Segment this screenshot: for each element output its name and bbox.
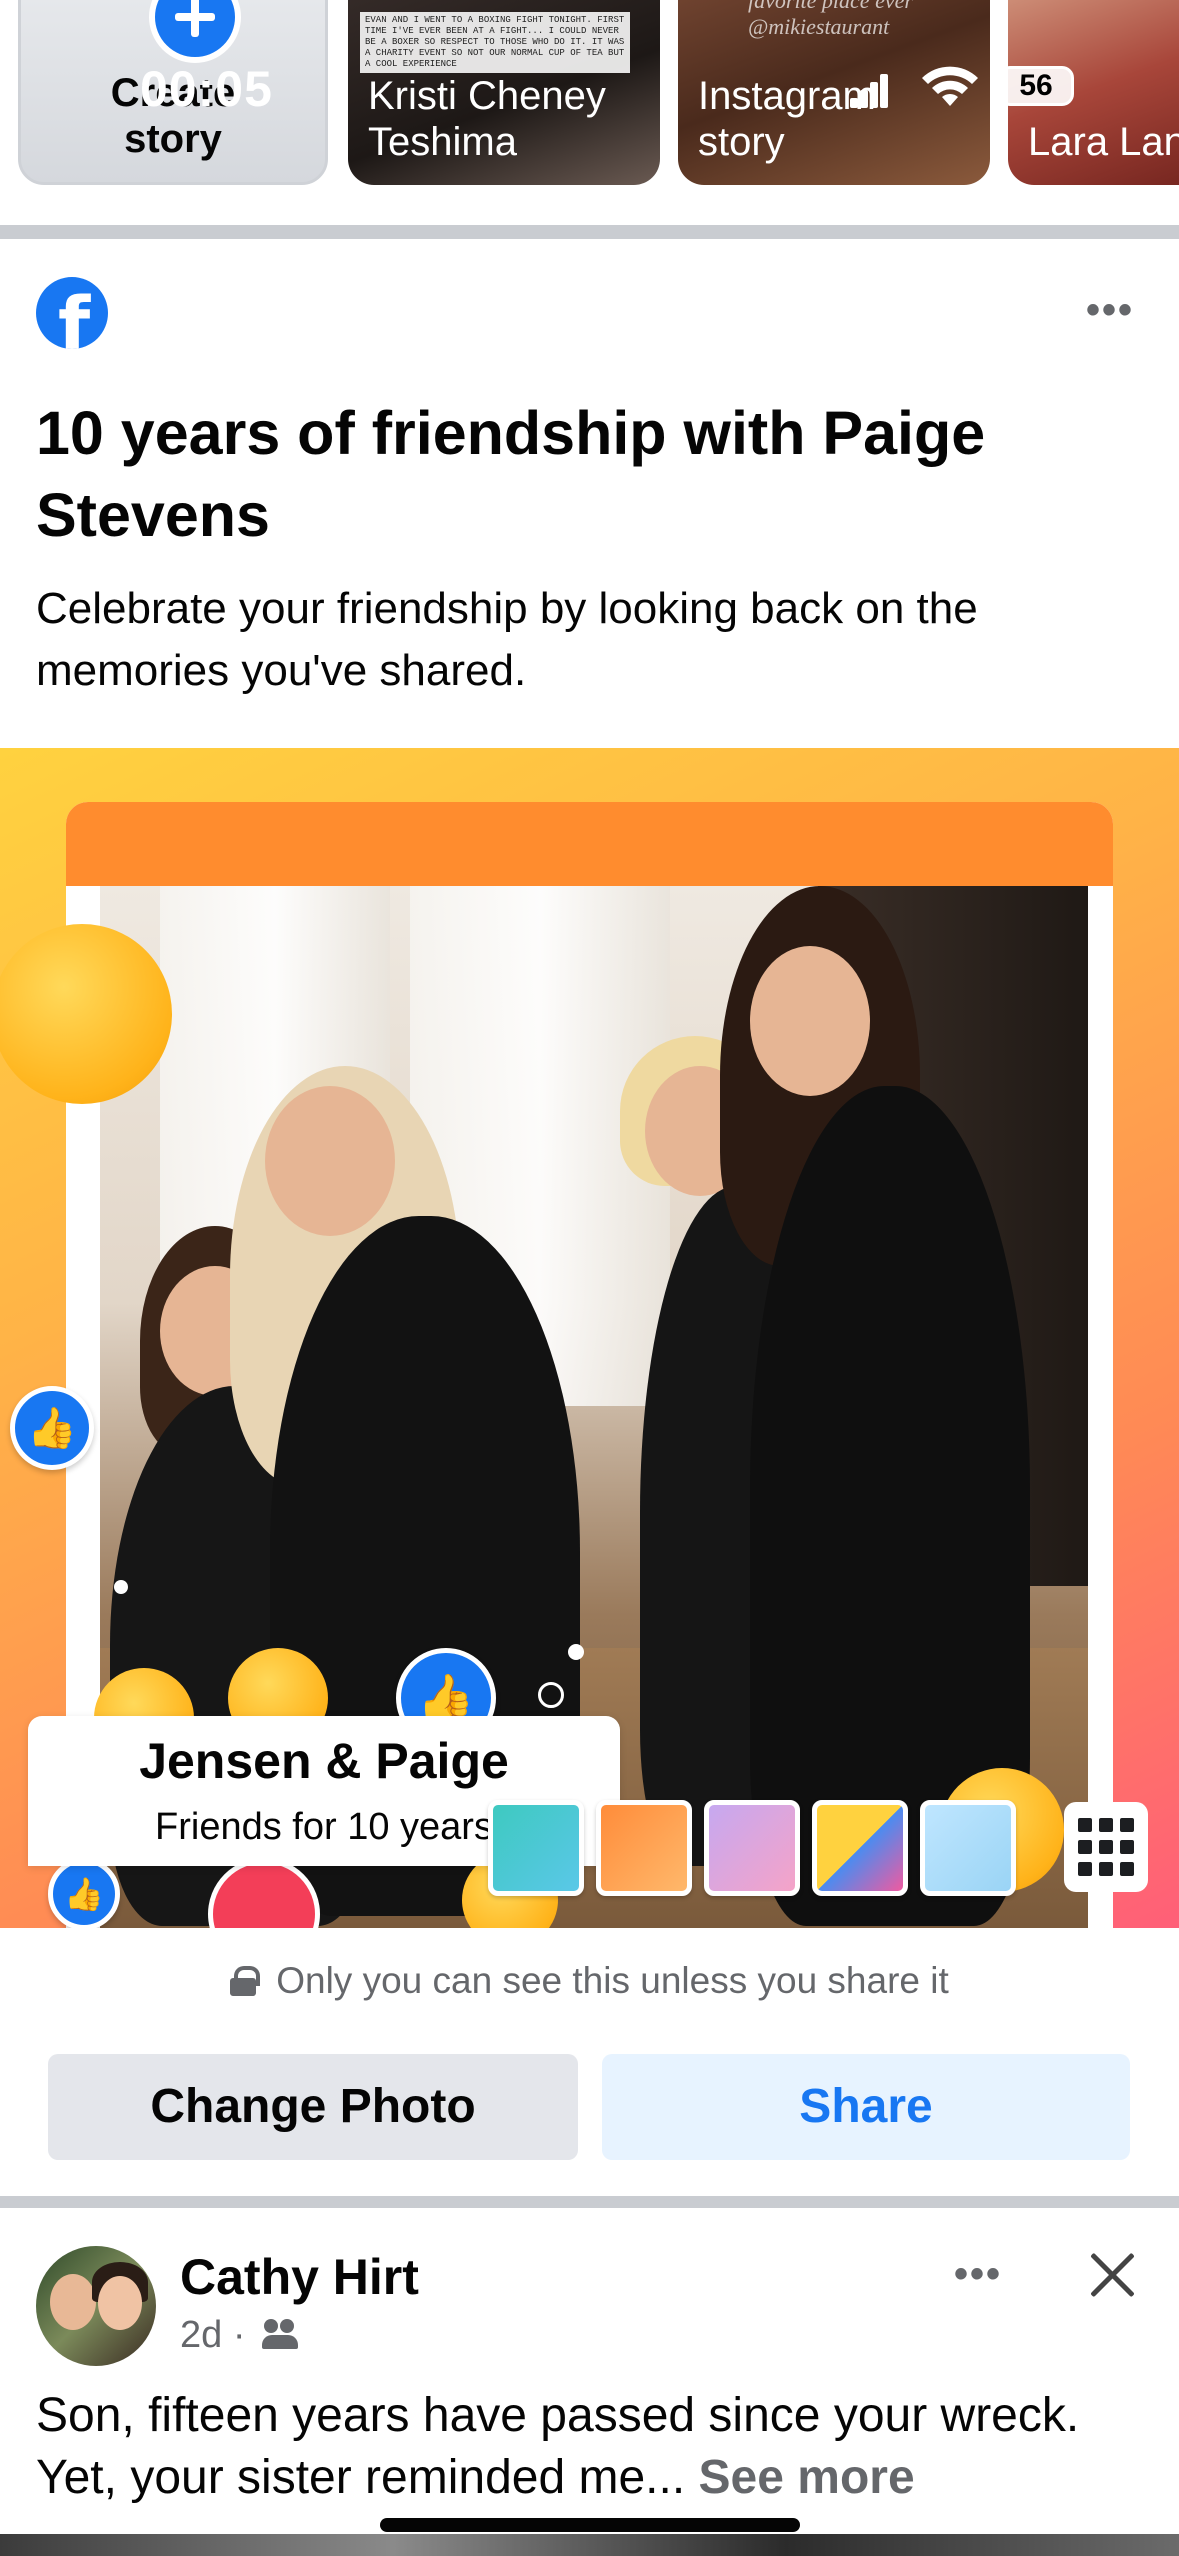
stories-strip: Create story EVAN AND I WENT TO A BOXING… [0, 0, 1179, 225]
post-meta: 2d · [180, 2314, 302, 2357]
template-thumbnail[interactable] [596, 1800, 692, 1896]
care-emoji-icon [0, 924, 172, 1104]
section-divider [0, 225, 1179, 239]
section-divider [0, 2196, 1179, 2208]
post-time: 2d [180, 2314, 223, 2356]
see-more-link[interactable]: See more [699, 2451, 915, 2504]
story-note-text: EVAN AND I WENT TO A BOXING FIGHT TONIGH… [360, 12, 630, 73]
more-icon[interactable]: ••• [1086, 290, 1134, 330]
friends-icon [262, 2319, 302, 2349]
template-thumbnail[interactable] [704, 1800, 800, 1896]
avatar[interactable] [36, 2246, 156, 2366]
post-body: Son, fifteen years have passed since you… [36, 2389, 1080, 2504]
story-label: Lara Lan [1028, 120, 1179, 164]
post-text: Son, fifteen years have passed since you… [36, 2385, 1156, 2509]
share-button[interactable]: Share [602, 2054, 1130, 2160]
friend-names: Jensen & Paige [139, 1733, 509, 1789]
story-overlay-text: favorite place ever @mikiestaurant [748, 0, 913, 39]
more-icon[interactable]: ••• [954, 2254, 1002, 2294]
change-photo-button[interactable]: Change Photo [48, 2054, 578, 2160]
plus-icon [149, 0, 241, 63]
close-icon[interactable] [1088, 2250, 1136, 2298]
template-thumbnail[interactable] [920, 1800, 1016, 1896]
home-indicator [380, 2518, 800, 2532]
grid-icon[interactable] [1064, 1802, 1148, 1892]
template-thumbnail[interactable] [488, 1800, 584, 1896]
memory-subtitle: Celebrate your friendship by looking bac… [36, 584, 978, 695]
memory-title: 10 years of friendship with Paige Steven… [36, 399, 986, 549]
post-image-preview [0, 2534, 1179, 2556]
facebook-logo-icon: f [36, 277, 108, 349]
story-label: Kristi Cheney Teshima [368, 74, 606, 164]
create-story-card[interactable]: Create story [18, 0, 328, 185]
privacy-text: Only you can see this unless you share i… [276, 1960, 949, 2001]
template-thumbnail[interactable] [812, 1800, 908, 1896]
photo-frame-top [66, 802, 1113, 886]
story-label: Instagram story [698, 74, 876, 164]
story-label: Create story [110, 71, 236, 161]
lock-icon [230, 1966, 261, 1996]
privacy-notice: Only you can see this unless you share i… [0, 1960, 1179, 2002]
story-card-instagram[interactable]: favorite place ever @mikiestaurant Insta… [678, 0, 990, 185]
like-icon [48, 1858, 120, 1928]
story-card-kristi[interactable]: EVAN AND I WENT TO A BOXING FIGHT TONIGH… [348, 0, 660, 185]
story-card-lara[interactable]: Lara Lan [1008, 0, 1179, 185]
like-icon [10, 1386, 94, 1470]
post-author[interactable]: Cathy Hirt [180, 2248, 419, 2306]
